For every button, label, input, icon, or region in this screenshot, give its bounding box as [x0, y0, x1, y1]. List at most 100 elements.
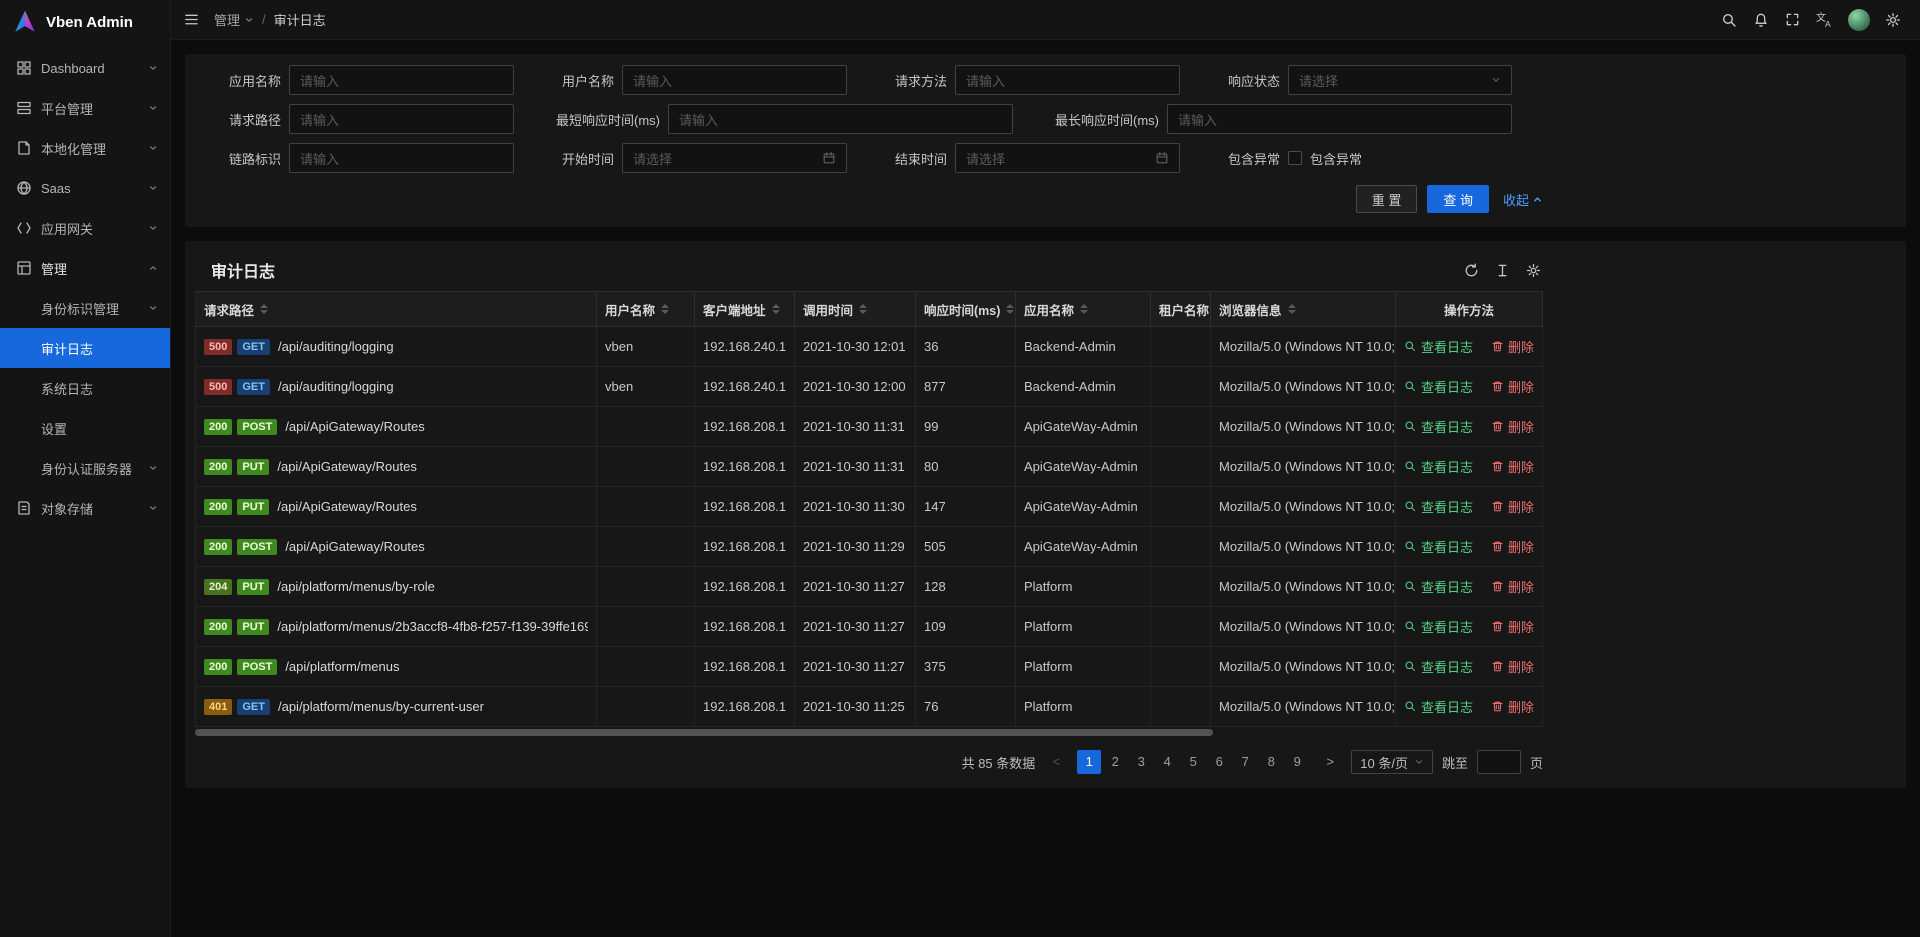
table-row[interactable]: 500GET/api/auditing/loggingvben192.168.2…: [195, 327, 1543, 367]
table-row[interactable]: 200POST/api/platform/menus192.168.208.12…: [195, 647, 1543, 687]
sidebar-item-saas[interactable]: Saas: [0, 168, 170, 208]
has-exception-checkbox[interactable]: 包含异常: [1288, 149, 1362, 168]
view-log-button[interactable]: 查看日志: [1404, 497, 1473, 516]
table-row[interactable]: 200PUT/api/ApiGateway/Routes192.168.208.…: [195, 487, 1543, 527]
view-log-button[interactable]: 查看日志: [1404, 537, 1473, 556]
sidebar-item-platform[interactable]: 平台管理: [0, 88, 170, 128]
sidebar-item-localization[interactable]: 本地化管理: [0, 128, 170, 168]
horizontal-scrollbar[interactable]: [195, 729, 1543, 738]
page-button-4[interactable]: 4: [1155, 750, 1179, 774]
response-status-select[interactable]: 请选择: [1288, 65, 1512, 95]
sort-icon[interactable]: [1288, 304, 1296, 314]
page-button-8[interactable]: 8: [1259, 750, 1283, 774]
sort-icon[interactable]: [772, 304, 780, 314]
view-log-button[interactable]: 查看日志: [1404, 697, 1473, 716]
column-header-response-time[interactable]: 响应时间(ms): [916, 292, 1016, 326]
page-button-5[interactable]: 5: [1181, 750, 1205, 774]
breadcrumb-item[interactable]: 审计日志: [274, 10, 326, 29]
jump-page-input[interactable]: [1477, 750, 1521, 774]
page-button-7[interactable]: 7: [1233, 750, 1257, 774]
refresh-icon[interactable]: [1464, 263, 1479, 278]
sidebar-item-gateway[interactable]: 应用网关: [0, 208, 170, 248]
sort-icon[interactable]: [859, 304, 867, 314]
end-time-date[interactable]: 请选择: [955, 143, 1180, 173]
fullscreen-icon[interactable]: [1780, 7, 1805, 32]
table-row[interactable]: 200PUT/api/platform/menus/2b3accf8-4fb8-…: [195, 607, 1543, 647]
sidebar-item-audit-log[interactable]: 审计日志: [0, 328, 170, 368]
page-button-9[interactable]: 9: [1285, 750, 1309, 774]
trace-id-input[interactable]: 请输入: [289, 143, 514, 173]
http-method-input[interactable]: 请输入: [955, 65, 1180, 95]
sort-icon[interactable]: [1006, 304, 1014, 314]
checkbox-icon[interactable]: [1288, 151, 1302, 165]
view-log-button[interactable]: 查看日志: [1404, 657, 1473, 676]
column-header-tenant-name[interactable]: 租户名称: [1151, 292, 1211, 326]
table-row[interactable]: 204PUT/api/platform/menus/by-role192.168…: [195, 567, 1543, 607]
settings-gear-icon[interactable]: [1880, 7, 1906, 33]
request-path-input[interactable]: 请输入: [289, 104, 514, 134]
view-log-button[interactable]: 查看日志: [1404, 337, 1473, 356]
logo[interactable]: Vben Admin: [0, 0, 170, 44]
delete-button[interactable]: 删除: [1491, 577, 1534, 596]
table-row[interactable]: 200PUT/api/ApiGateway/Routes192.168.208.…: [195, 447, 1543, 487]
notification-bell-icon[interactable]: [1748, 7, 1774, 33]
sort-icon[interactable]: [661, 304, 669, 314]
view-log-button[interactable]: 查看日志: [1404, 377, 1473, 396]
table-row[interactable]: 500GET/api/auditing/loggingvben192.168.2…: [195, 367, 1543, 407]
search-icon[interactable]: [1716, 7, 1742, 33]
page-button-2[interactable]: 2: [1103, 750, 1127, 774]
column-header-actions[interactable]: 操作方法: [1396, 292, 1543, 326]
max-response-time-input[interactable]: 请输入: [1167, 104, 1512, 134]
collapse-button[interactable]: 收起: [1503, 190, 1543, 209]
delete-button[interactable]: 删除: [1491, 417, 1534, 436]
page-button-3[interactable]: 3: [1129, 750, 1153, 774]
delete-button[interactable]: 删除: [1491, 617, 1534, 636]
min-response-time-input[interactable]: 请输入: [668, 104, 1013, 134]
view-log-button[interactable]: 查看日志: [1404, 617, 1473, 636]
delete-button[interactable]: 删除: [1491, 497, 1534, 516]
table-row[interactable]: 401GET/api/platform/menus/by-current-use…: [195, 687, 1543, 727]
table-row[interactable]: 200POST/api/ApiGateway/Routes192.168.208…: [195, 527, 1543, 567]
user-name-input[interactable]: 请输入: [622, 65, 847, 95]
column-header-browser-info[interactable]: 浏览器信息: [1211, 292, 1396, 326]
sidebar-item-settings[interactable]: 设置: [0, 408, 170, 448]
page-button-6[interactable]: 6: [1207, 750, 1231, 774]
sidebar-item-identity-management[interactable]: 身份标识管理: [0, 288, 170, 328]
sidebar-item-auth-server[interactable]: 身份认证服务器: [0, 448, 170, 488]
locale-translate-icon[interactable]: 文A: [1811, 6, 1838, 33]
column-header-call-time[interactable]: 调用时间: [795, 292, 916, 326]
sidebar-item-object-storage[interactable]: 对象存储: [0, 488, 170, 528]
delete-button[interactable]: 删除: [1491, 337, 1534, 356]
sidebar-item-management[interactable]: 管理: [0, 248, 170, 288]
delete-button[interactable]: 删除: [1491, 537, 1534, 556]
reset-button[interactable]: 重 置: [1356, 185, 1418, 213]
row-height-icon[interactable]: [1495, 263, 1510, 278]
breadcrumb-item[interactable]: 管理: [214, 10, 254, 29]
sidebar-item-dashboard[interactable]: Dashboard: [0, 48, 170, 88]
app-name-input[interactable]: 请输入: [289, 65, 514, 95]
delete-button[interactable]: 删除: [1491, 377, 1534, 396]
start-time-date[interactable]: 请选择: [622, 143, 847, 173]
column-header-request-path[interactable]: 请求路径: [195, 292, 597, 326]
avatar[interactable]: [1848, 9, 1870, 31]
sidebar-item-system-log[interactable]: 系统日志: [0, 368, 170, 408]
menu-fold-icon[interactable]: [179, 7, 204, 32]
page-button-1[interactable]: 1: [1077, 750, 1101, 774]
delete-button[interactable]: 删除: [1491, 697, 1534, 716]
view-log-button[interactable]: 查看日志: [1404, 577, 1473, 596]
page-size-select[interactable]: 10 条/页: [1351, 750, 1433, 774]
scrollbar-thumb[interactable]: [195, 729, 1213, 736]
view-log-button[interactable]: 查看日志: [1404, 457, 1473, 476]
column-settings-icon[interactable]: [1526, 263, 1541, 278]
delete-button[interactable]: 删除: [1491, 457, 1534, 476]
table-row[interactable]: 200POST/api/ApiGateway/Routes192.168.208…: [195, 407, 1543, 447]
column-header-user-name[interactable]: 用户名称: [597, 292, 695, 326]
sort-icon[interactable]: [260, 304, 268, 314]
prev-page-button[interactable]: <: [1044, 750, 1068, 774]
column-header-app-name[interactable]: 应用名称: [1016, 292, 1151, 326]
view-log-button[interactable]: 查看日志: [1404, 417, 1473, 436]
next-page-button[interactable]: >: [1318, 750, 1342, 774]
delete-button[interactable]: 删除: [1491, 657, 1534, 676]
query-button[interactable]: 查 询: [1427, 185, 1489, 213]
column-header-client-address[interactable]: 客户端地址: [695, 292, 795, 326]
